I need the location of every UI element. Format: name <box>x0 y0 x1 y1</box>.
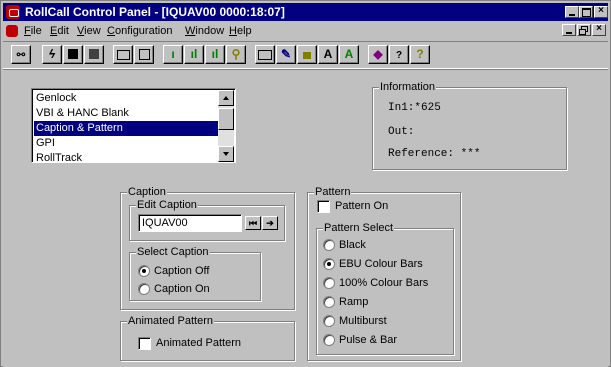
scroll-up-icon[interactable] <box>218 90 234 106</box>
font-a-icon[interactable]: A <box>318 45 338 64</box>
window-title: RollCall Control Panel - [IQUAV00 0000:1… <box>25 5 285 19</box>
save-all-icon[interactable] <box>84 45 104 64</box>
animated-pattern-checkbox[interactable]: Animated Pattern <box>138 336 241 350</box>
maximize-button[interactable] <box>579 6 593 18</box>
section-listbox[interactable]: Genlock VBI & HANC Blank Caption & Patte… <box>31 88 236 166</box>
mdi-minimize-button[interactable] <box>562 24 576 36</box>
list-item[interactable]: VBI & HANC Blank <box>34 106 222 121</box>
menu-view-label: iew <box>84 25 101 37</box>
mdi-close-button[interactable]: × <box>592 23 606 36</box>
title-bar: RollCall Control Panel - [IQUAV00 0000:1… <box>3 3 608 21</box>
bars-small-icon[interactable]: ı <box>163 45 183 64</box>
select-caption-legend: Select Caption <box>136 245 210 259</box>
scroll-thumb[interactable] <box>218 108 234 130</box>
caption-on-radio[interactable]: Caption On <box>138 282 210 296</box>
caption-edit-input[interactable] <box>138 214 242 232</box>
caption-off-radio[interactable]: Caption Off <box>138 264 209 278</box>
list-item-selected[interactable]: Caption & Pattern <box>34 121 222 136</box>
edit-caption-group: Edit Caption ⏮ ➔ <box>129 198 285 241</box>
pattern-pulse-bar-radio[interactable]: Pulse & Bar <box>323 333 397 347</box>
pattern-100-colour-bars-radio[interactable]: 100% Colour Bars <box>323 276 428 290</box>
pattern-black-radio[interactable]: Black <box>323 238 366 252</box>
app-icon <box>6 5 20 19</box>
main-window: RollCall Control Panel - [IQUAV00 0000:1… <box>0 0 611 367</box>
book-icon[interactable] <box>255 45 275 64</box>
save-icon[interactable] <box>63 45 83 64</box>
caption-group: Caption Edit Caption ⏮ ➔ Select Caption … <box>120 185 295 310</box>
pattern-ramp-radio[interactable]: Ramp <box>323 295 368 309</box>
menu-edit[interactable]: Edit <box>50 22 69 40</box>
bars-large-icon[interactable]: ıl <box>205 45 225 64</box>
pattern-multiburst-radio[interactable]: Multiburst <box>323 314 387 328</box>
pattern-select-group: Pattern Select Black EBU Colour Bars 100… <box>316 221 454 355</box>
menu-bar: File Edit View Configuration Window Help… <box>3 22 608 40</box>
information-legend: Information <box>379 80 437 94</box>
mdi-restore-button[interactable] <box>577 24 591 36</box>
output-status: Out: <box>388 126 415 138</box>
monitor-split-icon[interactable] <box>134 45 154 64</box>
help-topics-icon[interactable]: ? <box>389 45 409 64</box>
lock-icon[interactable] <box>297 45 317 64</box>
menu-window-label: indow <box>195 25 225 37</box>
edit-icon[interactable]: ✎ <box>276 45 296 64</box>
information-group: Information In1:*625 Out: Reference: *** <box>372 80 567 170</box>
menu-view[interactable]: View <box>77 22 101 40</box>
animated-pattern-group: Animated Pattern Animated Pattern <box>120 314 295 361</box>
link-icon[interactable]: ⚯ <box>11 45 31 64</box>
menu-edit-label: dit <box>57 25 69 37</box>
animated-pattern-legend: Animated Pattern <box>127 314 214 328</box>
menu-help[interactable]: Help <box>229 22 252 40</box>
minimize-button[interactable] <box>565 6 579 18</box>
mdi-doc-icon[interactable] <box>6 25 18 37</box>
pattern-on-checkbox[interactable]: Pattern On <box>317 199 388 213</box>
menu-configuration[interactable]: Configuration <box>107 22 172 40</box>
pattern-legend: Pattern <box>314 185 352 199</box>
reference-status: Reference: *** <box>388 148 481 160</box>
bars-medium-icon[interactable]: ıl <box>184 45 204 64</box>
menu-file[interactable]: File <box>24 22 42 40</box>
input-status: In1:*625 <box>388 102 441 114</box>
caption-first-icon[interactable]: ⏮ <box>245 216 261 230</box>
key-icon[interactable]: ⚲ <box>226 45 246 64</box>
list-item[interactable]: Genlock <box>34 91 222 106</box>
caption-next-icon[interactable]: ➔ <box>262 216 278 230</box>
menu-window[interactable]: Window <box>185 22 224 40</box>
lightning-icon[interactable]: ϟ <box>42 45 62 64</box>
pattern-group: Pattern Pattern On Pattern Select Black … <box>307 185 461 361</box>
question-icon[interactable]: ? <box>410 45 430 64</box>
list-item[interactable]: RollTrack <box>34 151 222 166</box>
pattern-select-legend: Pattern Select <box>323 221 395 235</box>
list-item[interactable]: GPI <box>34 136 222 151</box>
toolbar: ⚯ ϟ ı ıl ıl ⚲ ✎ A A ◆ ? ? <box>3 41 608 69</box>
pattern-ebu-colour-bars-radio[interactable]: EBU Colour Bars <box>323 257 423 271</box>
menu-help-label: elp <box>236 25 252 37</box>
font-a-green-icon[interactable]: A <box>339 45 359 64</box>
caption-legend: Caption <box>127 185 167 199</box>
select-caption-group: Select Caption Caption Off Caption On <box>129 245 261 301</box>
list-scrollbar[interactable] <box>218 90 234 162</box>
edit-caption-legend: Edit Caption <box>136 198 198 212</box>
monitor-icon[interactable] <box>113 45 133 64</box>
eraser-icon[interactable]: ◆ <box>368 45 388 64</box>
scroll-down-icon[interactable] <box>218 146 234 162</box>
menu-configuration-label: onfiguration <box>114 25 173 37</box>
close-button[interactable]: × <box>594 5 608 18</box>
menu-file-label: ile <box>30 25 42 37</box>
